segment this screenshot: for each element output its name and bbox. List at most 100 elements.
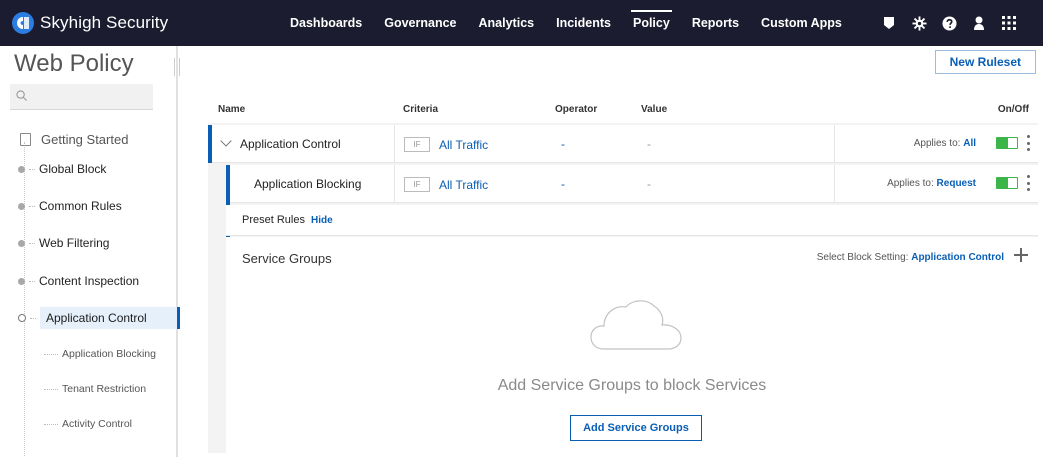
- tree-dash: [29, 280, 35, 282]
- operator-value[interactable]: -: [561, 137, 565, 151]
- sidebar-item-label: Application Control: [40, 307, 180, 329]
- hide-preset-link[interactable]: Hide: [311, 215, 333, 226]
- document-icon: [20, 133, 31, 146]
- ruleset-editor: New Ruleset Name Criteria Operator Value…: [180, 46, 1043, 457]
- column-header-criteria: Criteria: [403, 104, 439, 115]
- sidebar-item-web-filtering[interactable]: Web Filtering: [18, 236, 109, 250]
- tree-node-icon: [18, 165, 25, 173]
- preset-rules-bar: Preset Rules Hide: [226, 205, 1038, 236]
- row-accent: [208, 125, 212, 163]
- tree-dash: [30, 317, 36, 319]
- tree-node-open-icon: [18, 314, 26, 322]
- top-navigation-bar: Skyhigh Security Dashboards Governance A…: [0, 0, 1043, 46]
- applies-to: Applies to: All: [914, 138, 976, 149]
- rule-toggle[interactable]: [996, 177, 1018, 189]
- chevron-down-icon[interactable]: [220, 135, 232, 147]
- rule-name: Application Blocking: [254, 177, 362, 191]
- nav-custom-apps[interactable]: Custom Apps: [761, 0, 842, 46]
- nav-incidents[interactable]: Incidents: [556, 0, 611, 46]
- more-options-icon[interactable]: [1027, 135, 1030, 151]
- sidebar-item-label: Web Filtering: [39, 236, 110, 250]
- main-nav: Dashboards Governance Analytics Incident…: [290, 0, 864, 46]
- tree-dash: [29, 168, 35, 170]
- rule-name: Application Control: [240, 137, 341, 151]
- if-badge: IF: [404, 137, 430, 152]
- add-icon[interactable]: [1014, 248, 1028, 262]
- sidebar-search[interactable]: [10, 84, 153, 110]
- preset-rules: Preset Rules Hide: [242, 214, 333, 226]
- table-row[interactable]: Application Control IF All Traffic - - A…: [208, 125, 1038, 163]
- nav-analytics[interactable]: Analytics: [479, 0, 535, 46]
- operator-value[interactable]: -: [561, 177, 565, 191]
- apps-grid-icon[interactable]: [1001, 15, 1017, 31]
- criteria-link[interactable]: All Traffic: [439, 178, 488, 192]
- nav-icons: [867, 0, 1017, 46]
- table-row[interactable]: Application Blocking IF All Traffic - - …: [226, 165, 1038, 203]
- more-options-icon[interactable]: [1027, 175, 1030, 191]
- nav-reports[interactable]: Reports: [692, 0, 739, 46]
- tree-connector: [24, 142, 25, 457]
- search-icon: [16, 88, 27, 106]
- cell-divider: [834, 125, 835, 163]
- column-header-on-off: On/Off: [997, 104, 1029, 115]
- applies-label: Applies to:: [887, 178, 934, 189]
- brand-name: Skyhigh Security: [40, 13, 169, 32]
- page-title: Web Policy: [14, 50, 134, 77]
- policy-sidebar: Web Policy Getting Started Global Block …: [0, 46, 180, 457]
- criteria-link[interactable]: All Traffic: [439, 138, 488, 152]
- new-ruleset-button[interactable]: New Ruleset: [934, 50, 1036, 74]
- cell-divider: [394, 125, 395, 163]
- gear-icon[interactable]: [911, 15, 927, 31]
- user-icon[interactable]: [971, 15, 987, 31]
- column-header-name: Name: [218, 104, 246, 115]
- applies-to: Applies to: Request: [887, 178, 976, 189]
- block-setting-link[interactable]: Application Control: [911, 252, 1004, 263]
- ruleset-panel: Application Control IF All Traffic - - A…: [208, 123, 1038, 453]
- empty-state-text: Add Service Groups to block Services: [497, 377, 767, 394]
- column-header-operator: Operator: [555, 104, 598, 115]
- sidebar-item-getting-started[interactable]: Getting Started: [20, 132, 128, 147]
- applies-link[interactable]: All: [963, 138, 976, 149]
- help-icon[interactable]: [941, 15, 957, 31]
- nav-dashboards[interactable]: Dashboards: [290, 0, 362, 46]
- tree-node-icon: [18, 277, 25, 285]
- rule-toggle[interactable]: [996, 137, 1018, 149]
- sidebar-subitem-activity-control[interactable]: Activity Control: [44, 418, 132, 430]
- applies-link[interactable]: Request: [937, 178, 976, 189]
- sidebar-item-label: Content Inspection: [39, 274, 140, 288]
- sidebar-subitem-label: Activity Control: [62, 418, 133, 430]
- sidebar-item-label: Global Block: [39, 162, 107, 176]
- column-header-value: Value: [641, 104, 668, 115]
- value-cell: -: [647, 137, 651, 151]
- sidebar-subitem-tenant-restriction[interactable]: Tenant Restriction: [44, 383, 146, 395]
- service-groups-section: Service Groups Select Block Setting: App…: [226, 237, 1038, 453]
- sidebar-subitem-application-blocking[interactable]: Application Blocking: [44, 348, 156, 360]
- value-cell: -: [647, 177, 651, 191]
- tree-dash: [44, 423, 58, 425]
- sidebar-subitem-label: Tenant Restriction: [62, 383, 147, 395]
- cloud-icon: [590, 297, 686, 358]
- preset-rules-label: Preset Rules: [242, 214, 305, 226]
- tree-node-icon: [18, 202, 25, 210]
- sidebar-item-application-control[interactable]: Application Control: [18, 307, 180, 329]
- tree-dash: [29, 242, 35, 244]
- cell-divider: [394, 165, 395, 203]
- sidebar-item-content-inspection[interactable]: Content Inspection: [18, 274, 139, 288]
- skyhigh-logo-icon: [12, 12, 34, 34]
- sidebar-item-label: Getting Started: [41, 132, 129, 147]
- nav-governance[interactable]: Governance: [384, 0, 456, 46]
- nav-policy[interactable]: Policy: [630, 0, 672, 46]
- add-service-groups-button[interactable]: Add Service Groups: [570, 415, 702, 441]
- tree-dash: [29, 205, 35, 207]
- sidebar-item-common-rules[interactable]: Common Rules: [18, 199, 122, 213]
- tree-node-icon: [18, 239, 25, 247]
- search-input[interactable]: [31, 89, 141, 104]
- applies-label: Applies to:: [913, 138, 961, 149]
- block-setting-label: Select Block Setting:: [816, 252, 909, 263]
- block-setting: Select Block Setting: Application Contro…: [817, 252, 1004, 263]
- brand[interactable]: Skyhigh Security: [0, 12, 290, 34]
- shield-icon[interactable]: [881, 15, 897, 31]
- tree-dash: [44, 388, 58, 390]
- sidebar-item-label: Common Rules: [39, 199, 122, 213]
- sidebar-item-global-block[interactable]: Global Block: [18, 162, 106, 176]
